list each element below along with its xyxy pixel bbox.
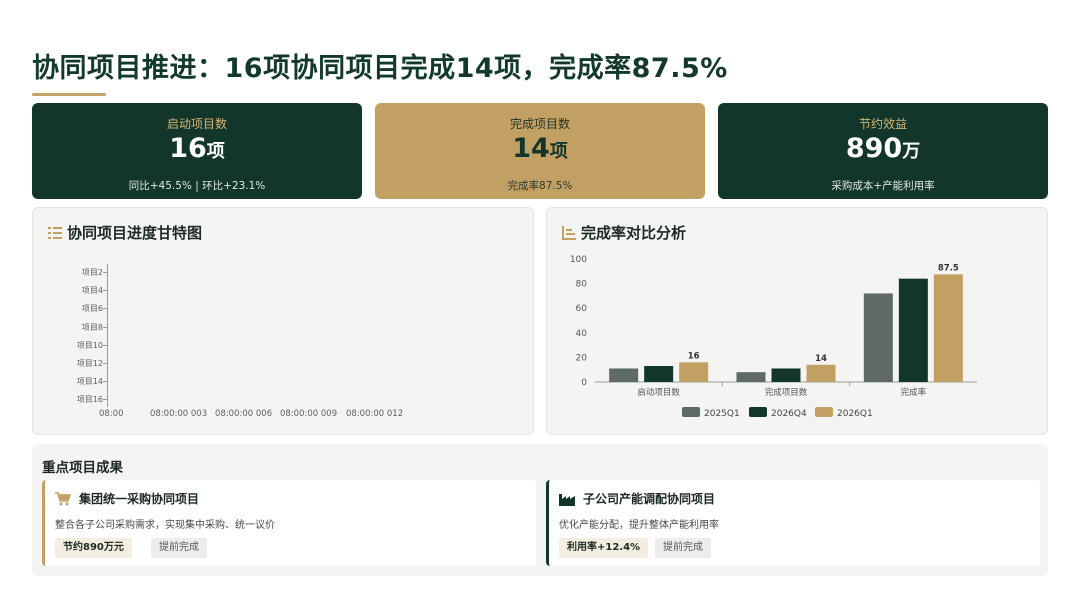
kpi-label: 启动项目数 bbox=[166, 117, 227, 131]
highlight-card-procurement: 集团统一采购协同项目 整合各子公司采购需求，实现集中采购、统一议价 节约890万… bbox=[42, 480, 536, 566]
gantt-y-tick bbox=[103, 308, 107, 310]
bar-2025Q1 bbox=[609, 368, 639, 382]
gantt-y-label: 项目2 bbox=[81, 268, 103, 277]
status-badge: 提前完成 bbox=[655, 538, 711, 558]
gantt-y-label: 项目10 bbox=[76, 340, 103, 350]
x-tick-label: 完成项目数 bbox=[765, 387, 808, 398]
status-badge: 提前完成 bbox=[151, 538, 207, 558]
factory-icon bbox=[559, 493, 575, 506]
kpi-unit: 项 bbox=[549, 141, 568, 162]
bar-2026Q4 bbox=[898, 278, 928, 382]
kpi-sub: 同比+45.5% | 环比+23.1% bbox=[128, 180, 266, 192]
gantt-y-label: 项目8 bbox=[81, 322, 103, 332]
x-tick-label: 启动项目数 bbox=[637, 387, 680, 398]
gantt-y-tick bbox=[103, 290, 107, 292]
card-title-row: 集团统一采购协同项目 bbox=[55, 490, 199, 507]
legend-swatch bbox=[749, 407, 767, 417]
gantt-panel: 协同项目进度甘特图 项目2 项目4 项目6 项目8 项目10 项目12 项目14 项目16 08… bbox=[32, 207, 534, 435]
y-tick-label: 100 bbox=[570, 255, 587, 265]
card-desc: 优化产能分配，提升整体产能利用率 bbox=[559, 520, 719, 531]
bar-2026Q1 bbox=[679, 362, 709, 382]
gantt-x-label: 08:00:00 009 bbox=[280, 409, 338, 419]
bar-2026Q1 bbox=[806, 364, 836, 382]
gantt-x-label: 08:00:00 006 bbox=[215, 409, 273, 419]
gantt-y-tick bbox=[103, 363, 107, 364]
compare-panel: 完成率对比分析 0 20 40 60 80 100 16 启动项目数 14 完成项目数 87.5 完成… bbox=[546, 207, 1048, 435]
kpi-card-completed: 完成项目数 14项 完成率87.5% bbox=[375, 103, 705, 199]
bar-2026Q4 bbox=[644, 366, 674, 382]
bar-chart: 0 20 40 60 80 100 16 启动项目数 14 完成项目数 87.5 完成率 2025Q1 2… bbox=[570, 255, 977, 419]
gantt-y-label: 项目14 bbox=[76, 377, 103, 387]
gantt-x-label: 08:00:00 003 bbox=[150, 409, 208, 419]
bar-2025Q1 bbox=[863, 293, 893, 382]
kpi-label: 完成项目数 bbox=[509, 117, 570, 131]
gantt-y-label: 项目12 bbox=[76, 359, 103, 368]
title-underline bbox=[32, 93, 106, 96]
list-icon bbox=[48, 226, 62, 239]
kpi-value: 16 bbox=[169, 133, 207, 164]
data-label: 14 bbox=[815, 354, 827, 364]
bar-2026Q4 bbox=[771, 368, 801, 382]
highlights-title: 重点项目成果 bbox=[42, 460, 123, 476]
savings-tag: 节约890万元 bbox=[55, 538, 132, 558]
legend-label: 2026Q1 bbox=[837, 409, 873, 419]
kpi-card-savings: 节约效益 890万 采购成本+产能利用率 bbox=[718, 103, 1048, 199]
card-title: 集团统一采购协同项目 bbox=[79, 492, 200, 506]
utilization-tag: 利用率+12.4% bbox=[559, 538, 649, 558]
data-label: 16 bbox=[688, 351, 700, 361]
highlights-section: 重点项目成果 集团统一采购协同项目 整合各子公司采购需求，实现集中采购、统一议价… bbox=[32, 444, 1048, 576]
highlight-card-capacity: 子公司产能调配协同项目 优化产能分配，提升整体产能利用率 利用率+12.4% 提… bbox=[546, 480, 1040, 566]
page-title: 协同项目推进：16项协同项目完成14项，完成率87.5% bbox=[32, 53, 728, 84]
y-tick-label: 20 bbox=[576, 353, 588, 363]
kpi-value-wrap: 16项 bbox=[32, 133, 362, 164]
kpi-value-wrap: 14项 bbox=[375, 133, 705, 164]
gantt-y-tick bbox=[103, 272, 107, 273]
gantt-y-tick bbox=[103, 326, 107, 328]
kpi-value: 14 bbox=[512, 133, 550, 164]
legend-swatch bbox=[682, 407, 700, 417]
gantt-y-label: 项目4 bbox=[81, 286, 103, 296]
kpi-value: 890 bbox=[845, 133, 903, 164]
x-tick-label: 完成率 bbox=[901, 387, 927, 398]
kpi-value-wrap: 890万 bbox=[718, 133, 1048, 164]
kpi-sub: 采购成本+产能利用率 bbox=[831, 180, 935, 192]
kpi-label: 节约效益 bbox=[858, 117, 907, 131]
y-tick-label: 0 bbox=[581, 378, 587, 388]
bar-2025Q1 bbox=[736, 372, 766, 382]
y-tick-label: 40 bbox=[576, 329, 588, 339]
bar-2026Q1 bbox=[933, 274, 963, 382]
kpi-unit: 万 bbox=[902, 141, 921, 162]
gantt-y-label: 项目16 bbox=[76, 395, 103, 405]
gantt-y-label: 项目6 bbox=[81, 304, 103, 314]
legend-swatch bbox=[815, 407, 833, 417]
gantt-x-label: 08:00:00 012 bbox=[346, 409, 404, 419]
y-tick-label: 80 bbox=[576, 280, 588, 290]
gantt-y-axis bbox=[107, 264, 108, 408]
gantt-y-tick bbox=[103, 381, 107, 383]
kpi-card-started: 启动项目数 16项 同比+45.5% | 环比+23.1% bbox=[32, 103, 362, 199]
gantt-x-label: 08:00 bbox=[99, 409, 124, 419]
legend-label: 2025Q1 bbox=[704, 409, 740, 419]
data-label: 87.5 bbox=[938, 263, 959, 273]
y-tick-label: 60 bbox=[576, 304, 588, 314]
gantt-title: 协同项目进度甘特图 bbox=[67, 224, 203, 242]
kpi-unit: 项 bbox=[206, 141, 225, 162]
card-title: 子公司产能调配协同项目 bbox=[583, 492, 716, 506]
kpi-sub: 完成率87.5% bbox=[507, 180, 573, 192]
cart-icon bbox=[55, 491, 71, 505]
gantt-y-tick bbox=[103, 344, 107, 346]
card-title-row: 子公司产能调配协同项目 bbox=[559, 490, 715, 507]
gantt-y-tick bbox=[103, 399, 107, 401]
card-desc: 整合各子公司采购需求，实现集中采购、统一议价 bbox=[55, 520, 275, 531]
legend-label: 2026Q4 bbox=[771, 409, 807, 419]
gantt-panel-title: 协同项目进度甘特图 bbox=[47, 222, 202, 243]
